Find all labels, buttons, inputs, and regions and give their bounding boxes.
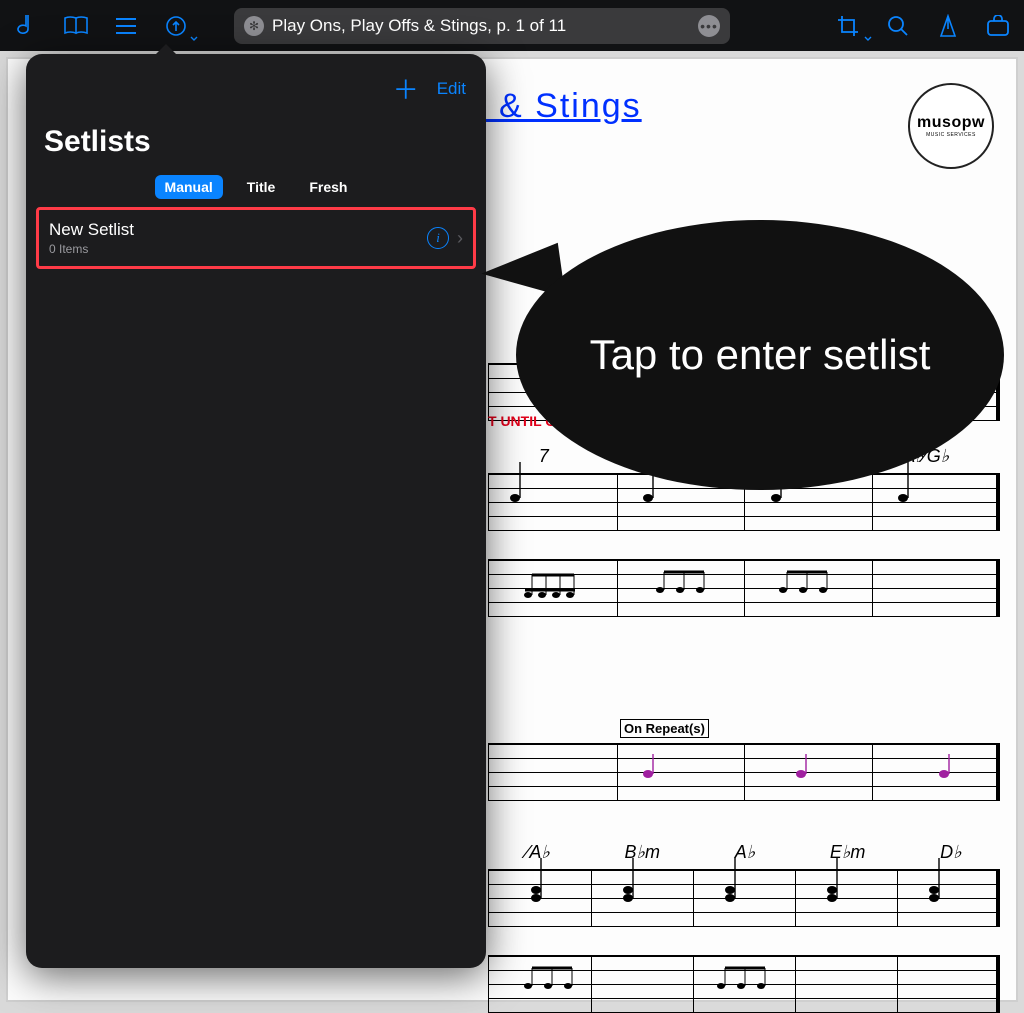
- callout-text: Tap to enter setlist: [590, 330, 931, 380]
- popover-title: Setlists: [26, 125, 486, 175]
- toolbar-left-group: [12, 12, 190, 40]
- on-repeat-label: On Repeat(s): [620, 719, 709, 738]
- more-icon[interactable]: •••: [698, 15, 720, 37]
- setlist-name: New Setlist: [49, 220, 427, 240]
- segment-fresh[interactable]: Fresh: [299, 175, 357, 199]
- crop-icon[interactable]: [834, 12, 862, 40]
- share-up-icon[interactable]: [162, 12, 190, 40]
- menu-icon[interactable]: [112, 12, 140, 40]
- document-title: Play Ons, Play Offs & Stings, p. 1 of 11: [272, 16, 566, 36]
- logo-subtext: MUSIC SERVICES: [926, 132, 976, 138]
- top-toolbar: ✻ Play Ons, Play Offs & Stings, p. 1 of …: [0, 0, 1024, 51]
- segment-title[interactable]: Title: [237, 175, 286, 199]
- title-pill[interactable]: ✻ Play Ons, Play Offs & Stings, p. 1 of …: [234, 8, 730, 44]
- setlist-row[interactable]: New Setlist 0 Items i ›: [36, 207, 476, 269]
- gear-icon[interactable]: ✻: [244, 16, 264, 36]
- logo-badge: musopw MUSIC SERVICES: [908, 83, 994, 169]
- chord: 7: [539, 446, 549, 467]
- chevron-right-icon: ›: [457, 228, 463, 249]
- toolbar-right-group: [834, 12, 1012, 40]
- bag-icon[interactable]: [984, 12, 1012, 40]
- info-icon[interactable]: i: [427, 227, 449, 249]
- segment-manual[interactable]: Manual: [155, 175, 223, 199]
- logo-text: musopw: [917, 114, 985, 132]
- setlists-popover: ＋ Edit Setlists Manual Title Fresh New S…: [26, 54, 486, 968]
- chord-row-b: ⁄A♭ B♭m A♭ E♭m D♭: [489, 842, 999, 863]
- setlist-item-count: 0 Items: [49, 242, 427, 256]
- popover-action-row: ＋ Edit: [26, 70, 486, 125]
- edit-button[interactable]: Edit: [437, 79, 466, 99]
- book-icon[interactable]: [62, 12, 90, 40]
- add-setlist-button[interactable]: ＋: [393, 70, 419, 107]
- music-staff-3: [488, 743, 1000, 801]
- metronome-icon[interactable]: [934, 12, 962, 40]
- music-staff-2b: [488, 559, 1000, 617]
- note-icon[interactable]: [12, 12, 40, 40]
- music-staff-4: ⁄A♭ B♭m A♭ E♭m D♭: [488, 869, 1000, 927]
- search-icon[interactable]: [884, 12, 912, 40]
- callout-bubble: Tap to enter setlist: [516, 220, 1004, 490]
- sort-segmented-control: Manual Title Fresh: [26, 175, 486, 199]
- music-staff-4b: [488, 955, 1000, 1013]
